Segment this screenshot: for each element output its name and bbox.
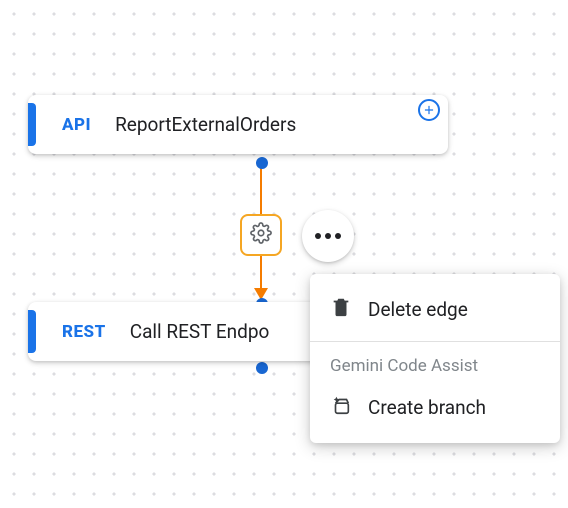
edge-segment [260, 168, 262, 216]
menu-item-create-branch[interactable]: Create branch [310, 380, 560, 435]
node-title: Call REST Endpo [130, 320, 270, 343]
edge-overflow-button[interactable] [302, 210, 354, 262]
menu-item-delete-edge[interactable]: Delete edge [310, 282, 560, 337]
menu-divider [310, 341, 560, 342]
sparkle-icon [330, 394, 352, 421]
node-type-label: API [62, 115, 91, 135]
more-icon [325, 233, 331, 239]
edge-segment [260, 256, 262, 292]
more-icon [315, 233, 321, 239]
node-output-port[interactable] [256, 157, 268, 169]
node-type-label: REST [62, 322, 106, 342]
menu-section-label: Gemini Code Assist [310, 346, 560, 380]
node-output-port[interactable] [256, 362, 268, 374]
trash-icon [330, 296, 352, 323]
menu-item-label: Create branch [368, 396, 486, 419]
edge-settings-button[interactable] [240, 214, 282, 256]
trigger-node[interactable]: API ReportExternalOrders [28, 95, 448, 154]
node-accent-bar [28, 310, 36, 353]
edge-context-menu: Delete edge Gemini Code Assist Create br… [310, 274, 560, 443]
add-icon[interactable] [418, 99, 440, 121]
more-icon [335, 233, 341, 239]
gear-icon [250, 222, 272, 248]
node-title: ReportExternalOrders [115, 113, 296, 136]
menu-item-label: Delete edge [368, 298, 468, 321]
node-accent-bar [28, 103, 36, 146]
